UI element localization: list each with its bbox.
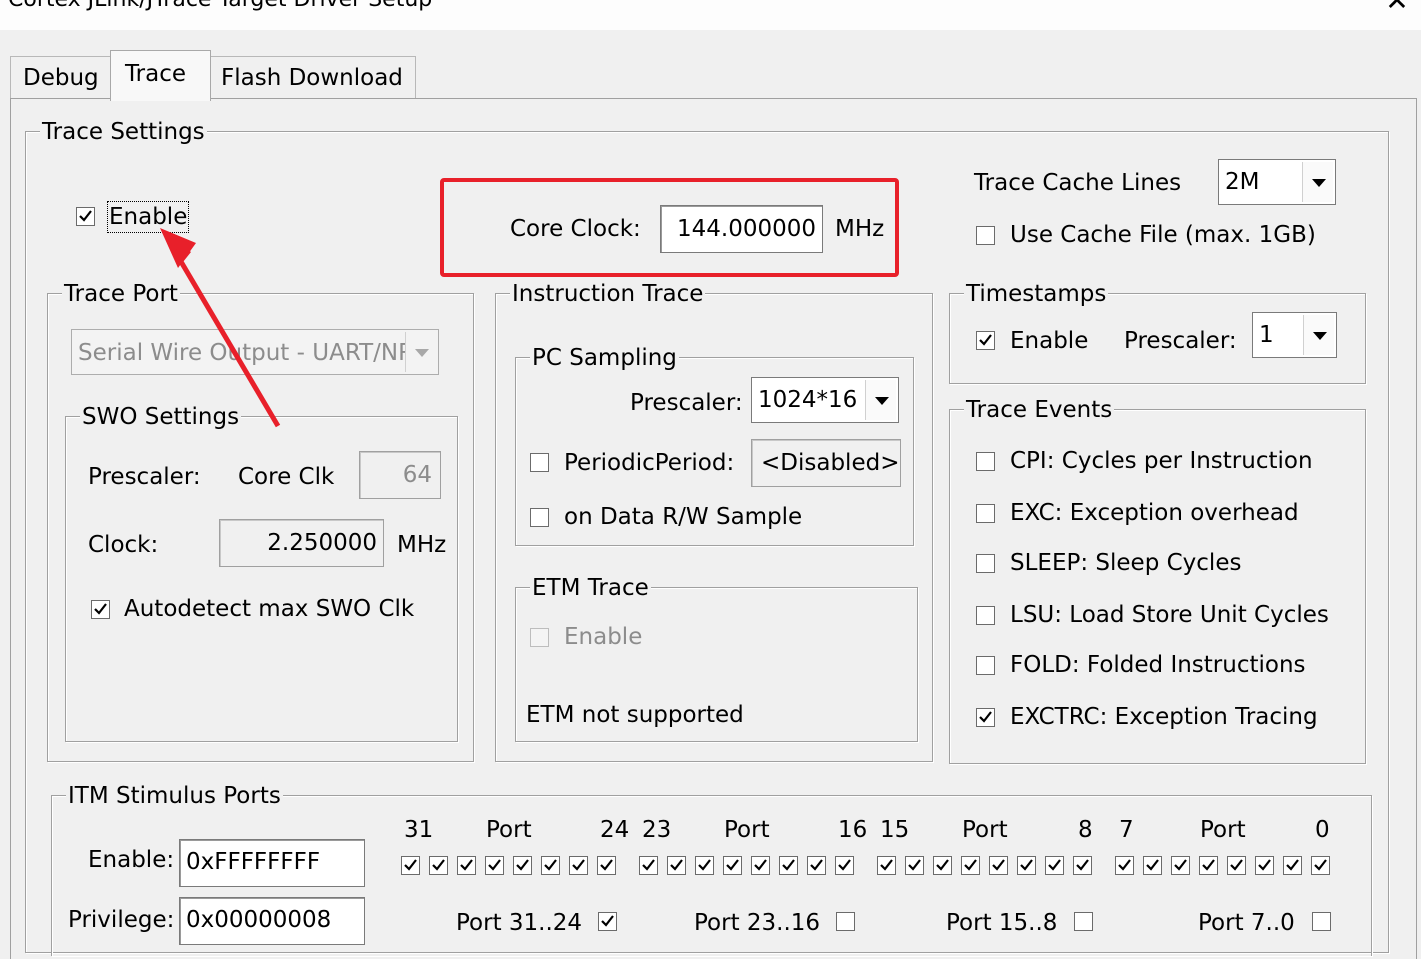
annotation-arrow-icon xyxy=(160,228,281,428)
tab-trace[interactable]: Trace xyxy=(110,50,211,101)
tab-label: Trace xyxy=(125,61,187,87)
